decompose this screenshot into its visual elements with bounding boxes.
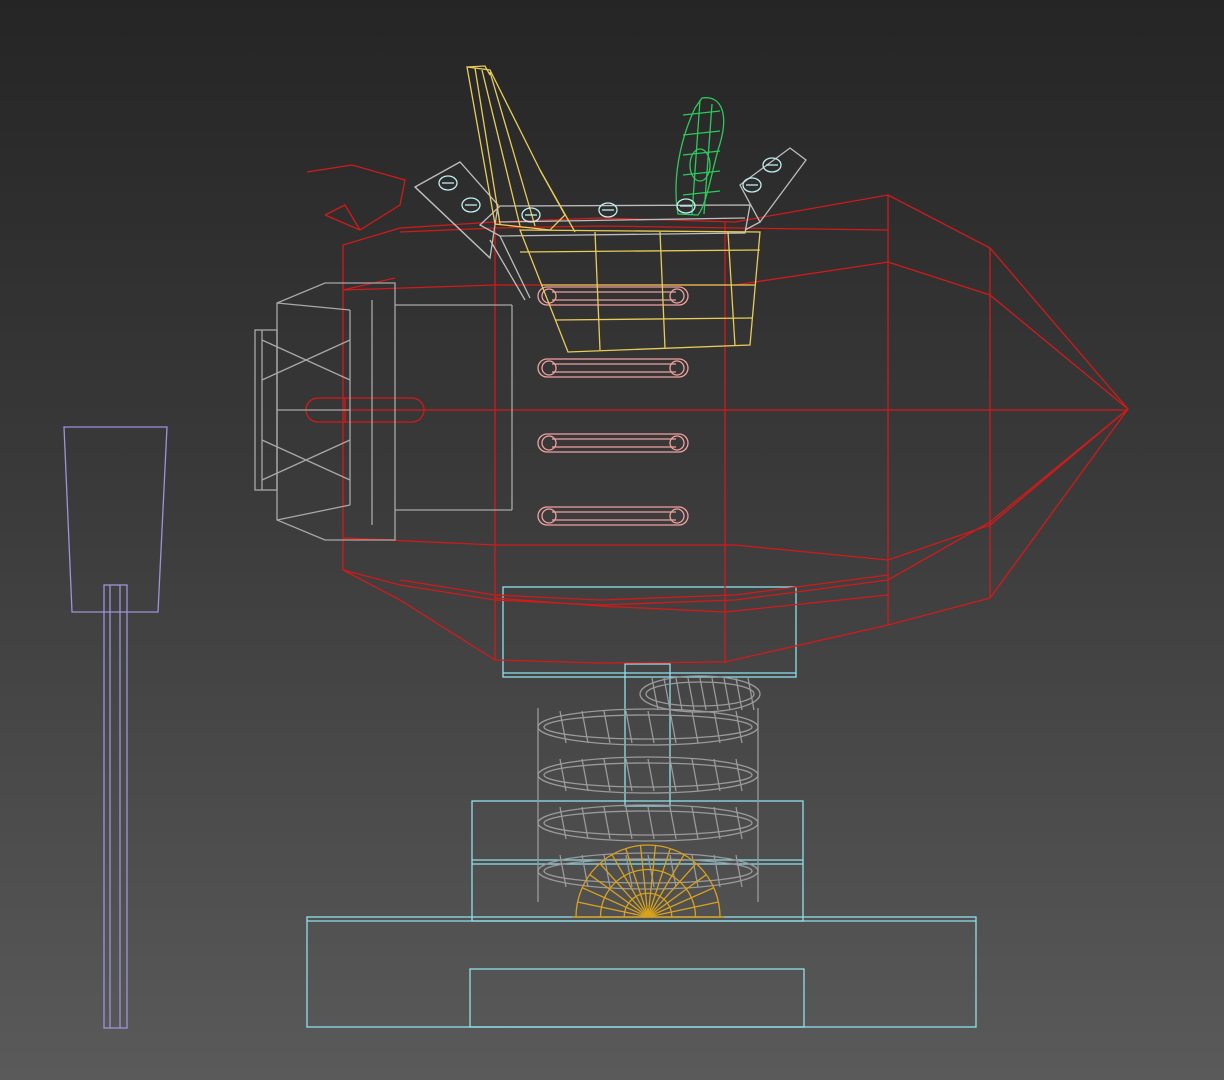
- sign-post-head: [63, 426, 168, 613]
- rocket-bottom-edge: [342, 408, 1129, 606]
- rocket-contour: [342, 408, 1129, 561]
- grip-ring: [682, 110, 721, 116]
- spring-base-block: [471, 800, 804, 922]
- rocket-top-edge: [342, 194, 1129, 410]
- seat-pan-edge: [594, 231, 601, 351]
- spring-segment: [647, 806, 655, 840]
- rivet-end: [541, 435, 557, 451]
- handle-grip-wireframe[interactable]: [675, 97, 725, 216]
- spring-segment: [581, 758, 589, 792]
- left-bracket: [413, 161, 499, 260]
- seat-pan-edge: [519, 249, 761, 253]
- viewport-canvas[interactable]: [0, 0, 1224, 1080]
- spring-segment: [699, 677, 707, 711]
- 3d-viewport[interactable]: [0, 0, 1224, 1080]
- nozzle-cap: [254, 329, 278, 491]
- spring-wireframe[interactable]: [537, 675, 761, 902]
- sign-post-wireframe[interactable]: [63, 426, 168, 1029]
- rivet-capsule: [537, 358, 689, 378]
- spring-segment: [713, 806, 721, 840]
- seat-pan-edge: [727, 231, 736, 347]
- rocket-belly: [494, 624, 889, 664]
- half-dome-spoke: [581, 887, 649, 918]
- exhaust-nozzle-wireframe[interactable]: [254, 282, 513, 541]
- footrest-brackets-wireframe[interactable]: [413, 147, 807, 301]
- spring-coil-inner: [543, 714, 753, 740]
- rivet-end: [669, 508, 685, 524]
- grip-ring: [682, 150, 721, 156]
- spring-segment: [581, 806, 589, 840]
- spring-segment: [713, 758, 721, 792]
- seat-pan: [519, 229, 761, 353]
- nozzle-line: [276, 302, 351, 311]
- grip-edge: [703, 103, 713, 215]
- grip-ring: [682, 130, 721, 136]
- seat-pan-edge: [554, 317, 753, 321]
- ground-plate-inset: [469, 968, 805, 1028]
- seat-pan-edge: [659, 231, 666, 349]
- grip-ring: [682, 190, 721, 196]
- rivet-capsule: [537, 506, 689, 526]
- sign-post-pole: [103, 584, 128, 1029]
- rocket-nose-lower: [887, 408, 1129, 626]
- rivet-capsule: [537, 286, 689, 306]
- grip-edge: [691, 99, 701, 215]
- grip-ring: [682, 170, 721, 176]
- half-dome-spoke: [599, 863, 649, 918]
- spring-segment: [647, 710, 655, 744]
- spring-segment: [663, 677, 671, 711]
- nozzle-outer: [276, 282, 396, 541]
- rivet-end: [669, 435, 685, 451]
- rocket-fin: [306, 164, 406, 231]
- rivet-end: [669, 288, 685, 304]
- spring-segment: [735, 677, 743, 711]
- spring-coil-inner: [543, 810, 753, 836]
- spring-segment: [713, 710, 721, 744]
- spring-segment: [747, 677, 755, 711]
- spring-coil-inner: [543, 858, 753, 884]
- rivet-end: [669, 360, 685, 376]
- rivet-end: [541, 508, 557, 524]
- rocket-body-wireframe[interactable]: [305, 164, 1129, 664]
- side-rivets-wireframe[interactable]: [537, 286, 689, 526]
- ground-plate: [306, 916, 977, 1028]
- half-dome-spoke: [647, 863, 697, 918]
- nozzle-line: [276, 504, 351, 521]
- rivet-end: [541, 360, 557, 376]
- spring-segment: [647, 758, 655, 792]
- rivet-capsule: [537, 433, 689, 453]
- base-plates-wireframe[interactable]: [306, 586, 977, 1028]
- half-dome-spoke: [647, 887, 715, 918]
- spring-segment: [581, 710, 589, 744]
- rocket-contour: [342, 261, 1129, 410]
- bolt-heads-wireframe[interactable]: [438, 157, 782, 223]
- spring-coil-inner: [543, 762, 753, 788]
- seat-back-top: [466, 65, 491, 76]
- seat-wireframe[interactable]: [466, 65, 761, 353]
